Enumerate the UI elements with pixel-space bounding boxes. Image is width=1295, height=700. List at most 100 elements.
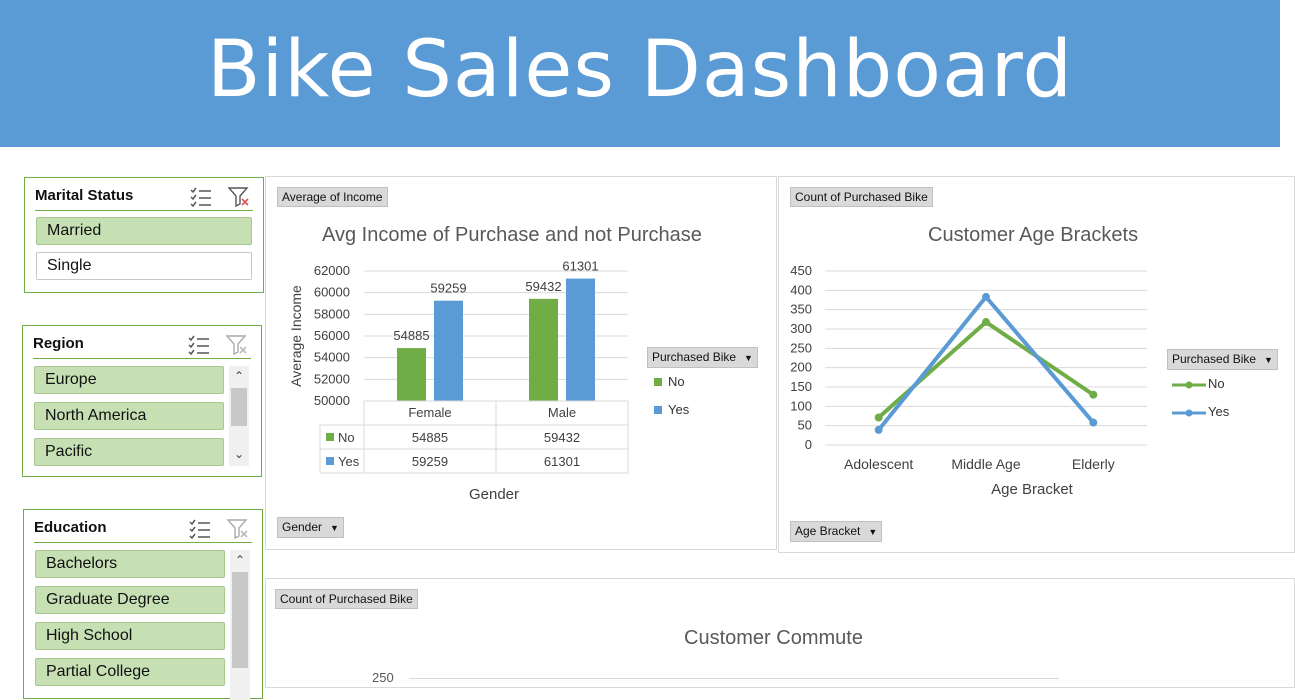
scroll-thumb[interactable] [231,388,247,426]
point-yes-elderly [1089,418,1098,427]
y-tick-label: 100 [790,398,812,413]
data-label: 59259 [430,281,466,296]
income-chart-panel[interactable]: Average of Income Avg Income of Purchase… [265,176,777,550]
legend-field-button[interactable]: Purchased Bike ▼ [647,347,758,368]
bar-yes-male [566,278,595,401]
y-tick-label: 250 [790,340,812,355]
scroll-up-icon[interactable]: ⌃ [230,550,250,570]
legend-no: No [1172,376,1225,391]
multi-select-icon[interactable] [189,186,213,208]
table-cell: 54885 [412,430,448,445]
axis-field-button[interactable]: Gender ▼ [277,517,344,538]
slicer-title: Region [33,335,84,352]
dashboard-banner: Bike Sales Dashboard [0,0,1280,147]
scroll-down-icon[interactable]: ⌄ [229,444,249,464]
legend-label-no: No [668,374,685,389]
slicer-item-high-school[interactable]: High School [35,622,225,650]
dropdown-arrow-icon: ▼ [868,527,878,537]
point-no-elderly [1089,390,1098,399]
axis-field-label: Age Bracket [795,524,861,538]
x-tick-label: Middle Age [951,456,1020,472]
chart-title: Avg Income of Purchase and not Purchase [322,224,702,246]
value-field-button[interactable]: Average of Income [277,187,388,207]
bar-no-female [397,348,426,401]
legend-yes: Yes [1172,404,1229,419]
table-legend-swatch [326,433,334,441]
slicer-item-single[interactable]: Single [36,252,252,280]
y-tick-label: 50 [798,418,812,433]
slicer-scrollbar[interactable]: ⌃ [230,550,250,700]
y-tick-label: 300 [790,321,812,336]
slicer-item-graduate-degree[interactable]: Graduate Degree [35,586,225,614]
axis-field-button[interactable]: Age Bracket ▼ [790,521,883,542]
data-label: 61301 [562,259,598,274]
series-line-no [877,320,1095,420]
x-tick-label: Adolescent [844,456,913,472]
multi-select-icon[interactable] [187,334,211,356]
y-tick-label: 52000 [314,371,350,386]
y-tick-label: 54000 [314,350,350,365]
value-field-button[interactable]: Count of Purchased Bike [790,187,933,207]
clear-filter-icon[interactable] [227,186,251,208]
slicer-item-bachelors[interactable]: Bachelors [35,550,225,578]
x-tick-label: Female [408,405,451,420]
legend-line-yes [1172,409,1206,417]
legend-field-label: Purchased Bike [652,350,737,364]
x-tick-label: Elderly [1072,456,1115,472]
marital-status-slicer[interactable]: Marital Status Married Single [24,177,264,293]
legend-swatch-yes [654,406,662,414]
point-no-middle-age [982,318,990,327]
scroll-thumb[interactable] [232,572,248,668]
slicer-header: Education [34,516,252,543]
y-tick-label: 50000 [314,393,350,408]
legend-label-yes: Yes [668,402,690,417]
y-tick-label: 56000 [314,328,350,343]
point-no-adolescent [874,413,883,422]
y-tick-label: 58000 [314,306,350,321]
chart-title: Customer Age Brackets [928,224,1139,246]
legend-swatch-no [654,378,662,386]
dropdown-arrow-icon: ▼ [744,353,753,363]
y-tick-label: 60000 [314,285,350,300]
bar-no-male [529,298,558,401]
table-series-label: Yes [338,454,360,469]
point-yes-middle-age [982,292,990,301]
clear-filter-icon[interactable] [226,518,250,540]
slicer-item-married[interactable]: Married [36,217,252,245]
slicer-header: Region [33,332,251,359]
y-tick-label: 400 [790,282,812,297]
scroll-up-icon[interactable]: ⌃ [229,366,249,386]
slicer-scrollbar[interactable]: ⌃ ⌄ [229,366,249,466]
age-line-chart: 450 400 350 300 250 200 150 100 50 0 Adolescent Mid… [790,263,1147,498]
legend-field-label: Purchased Bike [1172,352,1257,366]
clear-filter-icon[interactable] [225,334,249,356]
slicer-title: Education [34,519,107,536]
table-series-label: No [338,430,355,445]
gridline [409,678,1059,679]
commute-chart-panel[interactable]: Count of Purchased Bike Customer Commute… [265,578,1295,688]
bar-yes-female [434,300,463,401]
x-axis-label: Gender [469,486,519,503]
dropdown-arrow-icon: ▼ [330,523,339,533]
legend-label-yes: Yes [1208,404,1230,419]
education-slicer[interactable]: Education Bachelors Graduate Degree High… [23,509,263,700]
income-bar-chart: 62000 60000 58000 56000 54000 52000 50000 Avera… [288,259,629,503]
axis-field-label: Gender [282,520,323,534]
age-chart-panel[interactable]: Count of Purchased Bike Customer Age Bra… [778,176,1295,553]
region-slicer[interactable]: Region Europe North America Pacific ⌃ ⌄ [22,325,262,477]
slicer-item-north-america[interactable]: North America [34,402,224,430]
slicer-item-partial-college[interactable]: Partial College [35,658,225,686]
slicer-item-europe[interactable]: Europe [34,366,224,394]
multi-select-icon[interactable] [188,518,212,540]
legend-yes: Yes [654,402,689,417]
series-line-yes [877,294,1095,432]
slicer-header: Marital Status [35,184,253,211]
x-axis-label: Age Bracket [991,481,1074,498]
y-tick-label: 450 [790,263,812,278]
legend-field-button[interactable]: Purchased Bike ▼ [1167,349,1278,370]
legend-no: No [654,374,685,389]
y-tick-label: 200 [790,360,812,375]
value-field-button[interactable]: Count of Purchased Bike [275,589,418,609]
table-cell: 59259 [412,454,448,469]
slicer-item-pacific[interactable]: Pacific [34,438,224,466]
